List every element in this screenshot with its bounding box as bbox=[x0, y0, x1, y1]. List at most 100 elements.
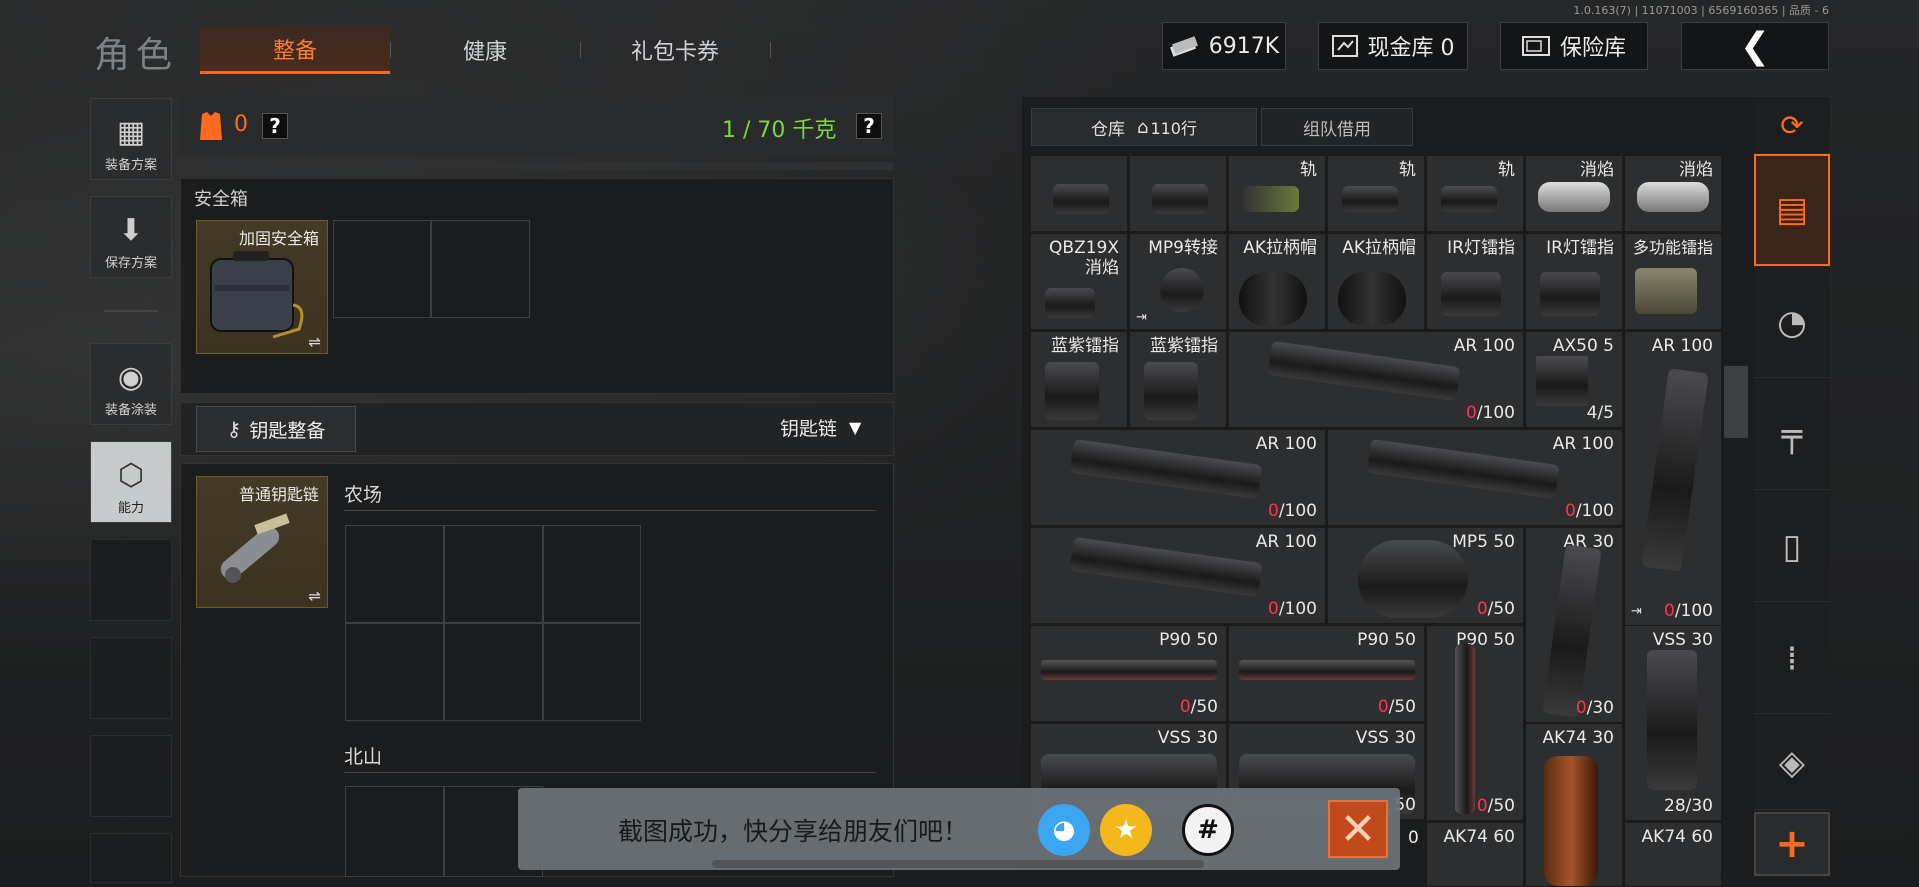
inventory-item[interactable]: 消焰 bbox=[1624, 155, 1722, 232]
item-image bbox=[1239, 660, 1415, 680]
safebox-slot[interactable] bbox=[333, 220, 431, 318]
inventory-item[interactable]: MP5 50 0/50 bbox=[1327, 527, 1524, 624]
item-image bbox=[1542, 544, 1602, 718]
inventory-item[interactable]: P90 50 0/50 bbox=[1030, 625, 1227, 722]
move-icon: ⇥ bbox=[1136, 310, 1147, 325]
sidebar-empty-slot bbox=[90, 735, 172, 817]
tab-gift-cards[interactable]: 礼包卡券 bbox=[590, 26, 760, 74]
close-icon[interactable]: ✕ bbox=[1328, 800, 1388, 858]
keychain-dropdown[interactable]: 钥匙链 ▼ bbox=[780, 414, 861, 441]
item-image bbox=[1540, 272, 1600, 316]
item-image bbox=[1358, 540, 1468, 618]
item-image bbox=[1647, 650, 1697, 790]
key-slot[interactable] bbox=[444, 525, 543, 623]
item-image bbox=[1544, 756, 1598, 886]
inventory-item[interactable]: IR灯镭指 bbox=[1525, 233, 1623, 330]
item-image bbox=[1041, 660, 1217, 680]
cash-vault-button[interactable]: 现金库 0 bbox=[1318, 22, 1468, 70]
inventory-item[interactable]: 蓝紫镭指 bbox=[1129, 331, 1227, 428]
scope-icon[interactable]: ◈ bbox=[1754, 716, 1830, 810]
inventory-item[interactable]: QBZ19X 消焰 bbox=[1030, 233, 1128, 330]
inventory-item[interactable]: VSS 30 28/30 bbox=[1624, 625, 1722, 821]
tab-divider bbox=[390, 42, 391, 58]
inventory-item[interactable]: AK74 60 bbox=[1426, 822, 1524, 887]
tab-equip[interactable]: 整备 bbox=[200, 26, 390, 74]
inventory-item[interactable]: AX50 5 4/5 bbox=[1525, 331, 1623, 428]
armor-count: 0 bbox=[234, 112, 248, 137]
item-image bbox=[1441, 186, 1497, 212]
plus-icon[interactable]: + bbox=[1754, 812, 1830, 876]
inventory-item[interactable]: AK74 60 bbox=[1624, 822, 1722, 887]
helmet-icon[interactable]: ◔ bbox=[1754, 268, 1830, 378]
magazine-icon[interactable]: ▯ bbox=[1754, 492, 1830, 602]
money-display[interactable]: 6917K bbox=[1162, 22, 1286, 70]
sidebar-item-label: 保存方案 bbox=[104, 256, 157, 271]
armor-help-icon[interactable]: ? bbox=[262, 113, 288, 139]
inventory-item[interactable]: AR 30 0/30 bbox=[1525, 527, 1623, 723]
qq-share-icon[interactable]: ◕ bbox=[1038, 804, 1090, 856]
safe-vault-button[interactable]: 保险库 bbox=[1500, 22, 1648, 70]
page-title: 角色 bbox=[94, 35, 179, 76]
move-icon: ⇥ bbox=[1631, 604, 1642, 619]
key-slot[interactable] bbox=[345, 525, 444, 623]
item-image bbox=[1637, 182, 1709, 212]
vault-icon bbox=[1331, 35, 1358, 57]
inventory-item[interactable]: AR 100 0/100 bbox=[1030, 527, 1326, 624]
sidebar-item-label: 装备方案 bbox=[104, 158, 157, 173]
qzone-share-icon[interactable]: ★ bbox=[1100, 804, 1152, 856]
key-slot[interactable] bbox=[543, 623, 641, 721]
inventory-item[interactable]: MP9转接 ⇥ bbox=[1129, 233, 1227, 330]
inventory-item[interactable]: AK拉柄帽 bbox=[1228, 233, 1326, 330]
inventory-item[interactable]: AR 100 0/100 bbox=[1327, 429, 1623, 526]
sidebar-item-skins[interactable]: ◉ 装备涂装 bbox=[90, 343, 172, 425]
key-slot[interactable] bbox=[345, 623, 444, 721]
keychain-icon bbox=[220, 513, 290, 583]
armor-icon bbox=[200, 112, 222, 140]
safebox-slot[interactable] bbox=[431, 220, 530, 318]
inventory-item[interactable]: P90 50 0/50 bbox=[1426, 625, 1524, 821]
item-image bbox=[1152, 184, 1208, 214]
key-slot[interactable] bbox=[543, 525, 641, 623]
weight-help-icon[interactable]: ? bbox=[856, 113, 882, 139]
sidebar-item-loadout[interactable]: ▦ 装备方案 bbox=[90, 98, 172, 180]
inventory-item[interactable]: AR 100 0/100 bbox=[1228, 331, 1524, 428]
key-loadout-button[interactable]: ⚷ 钥匙整备 bbox=[196, 406, 356, 452]
swap-icon[interactable]: ⇌ bbox=[308, 587, 321, 605]
inventory-item[interactable]: P90 50 0/50 bbox=[1228, 625, 1425, 722]
inventory-item[interactable]: 蓝紫镭指 bbox=[1030, 331, 1128, 428]
item-image bbox=[1144, 362, 1198, 420]
key-slot[interactable] bbox=[345, 786, 444, 877]
rifle-icon[interactable]: ╤ bbox=[1754, 380, 1830, 490]
inventory-item[interactable]: 轨 bbox=[1327, 155, 1425, 232]
ammo-icon[interactable]: ⁞ bbox=[1754, 604, 1830, 714]
swap-icon[interactable]: ⇌ bbox=[308, 333, 321, 351]
inventory-item[interactable]: AK拉柄帽 bbox=[1327, 233, 1425, 330]
sidebar-item-abilities[interactable]: ⬡ 能力 bbox=[90, 441, 172, 523]
inventory-item[interactable] bbox=[1030, 155, 1128, 232]
key-slot[interactable] bbox=[444, 623, 543, 721]
keychain-item[interactable]: 普通钥匙链 ⇌ bbox=[196, 476, 328, 608]
helmet-icon: ◉ bbox=[117, 360, 145, 395]
refresh-stack-icon[interactable]: ⟳ bbox=[1754, 98, 1830, 154]
inventory-item[interactable]: IR灯镭指 bbox=[1426, 233, 1524, 330]
game-share-icon[interactable]: # bbox=[1182, 804, 1234, 856]
item-image bbox=[1267, 340, 1461, 402]
tab-warehouse[interactable]: 仓库 ⌂ 110行 bbox=[1031, 108, 1257, 146]
safebox-item[interactable]: 加固安全箱 ⇌ bbox=[196, 220, 328, 354]
tab-health[interactable]: 健康 bbox=[400, 26, 570, 74]
inventory-item[interactable]: 消焰 bbox=[1525, 155, 1623, 232]
sidebar-item-save-loadout[interactable]: ⬇ 保存方案 bbox=[90, 196, 172, 278]
inventory-item[interactable]: 多功能镭指 bbox=[1624, 233, 1722, 330]
inventory-item[interactable]: AK74 30 bbox=[1525, 723, 1623, 887]
inventory-item[interactable]: AR 100 ⇥ 0/100 bbox=[1624, 331, 1722, 626]
inventory-item[interactable] bbox=[1129, 155, 1227, 232]
inventory-scrollbar[interactable] bbox=[1724, 366, 1748, 438]
inventory-item[interactable]: 轨 bbox=[1426, 155, 1524, 232]
inventory-item[interactable]: AR 100 0/100 bbox=[1030, 429, 1326, 526]
tab-team-borrow[interactable]: 组队借用 bbox=[1261, 108, 1413, 146]
equipment-header: 0 ? 1 / 70 千克 ? bbox=[180, 97, 894, 155]
cash-vault-label: 现金库 0 bbox=[1367, 36, 1455, 61]
back-button[interactable]: ❮ bbox=[1681, 22, 1829, 70]
stack-icon[interactable]: ▤ bbox=[1754, 154, 1830, 266]
inventory-item[interactable]: 轨 bbox=[1228, 155, 1326, 232]
